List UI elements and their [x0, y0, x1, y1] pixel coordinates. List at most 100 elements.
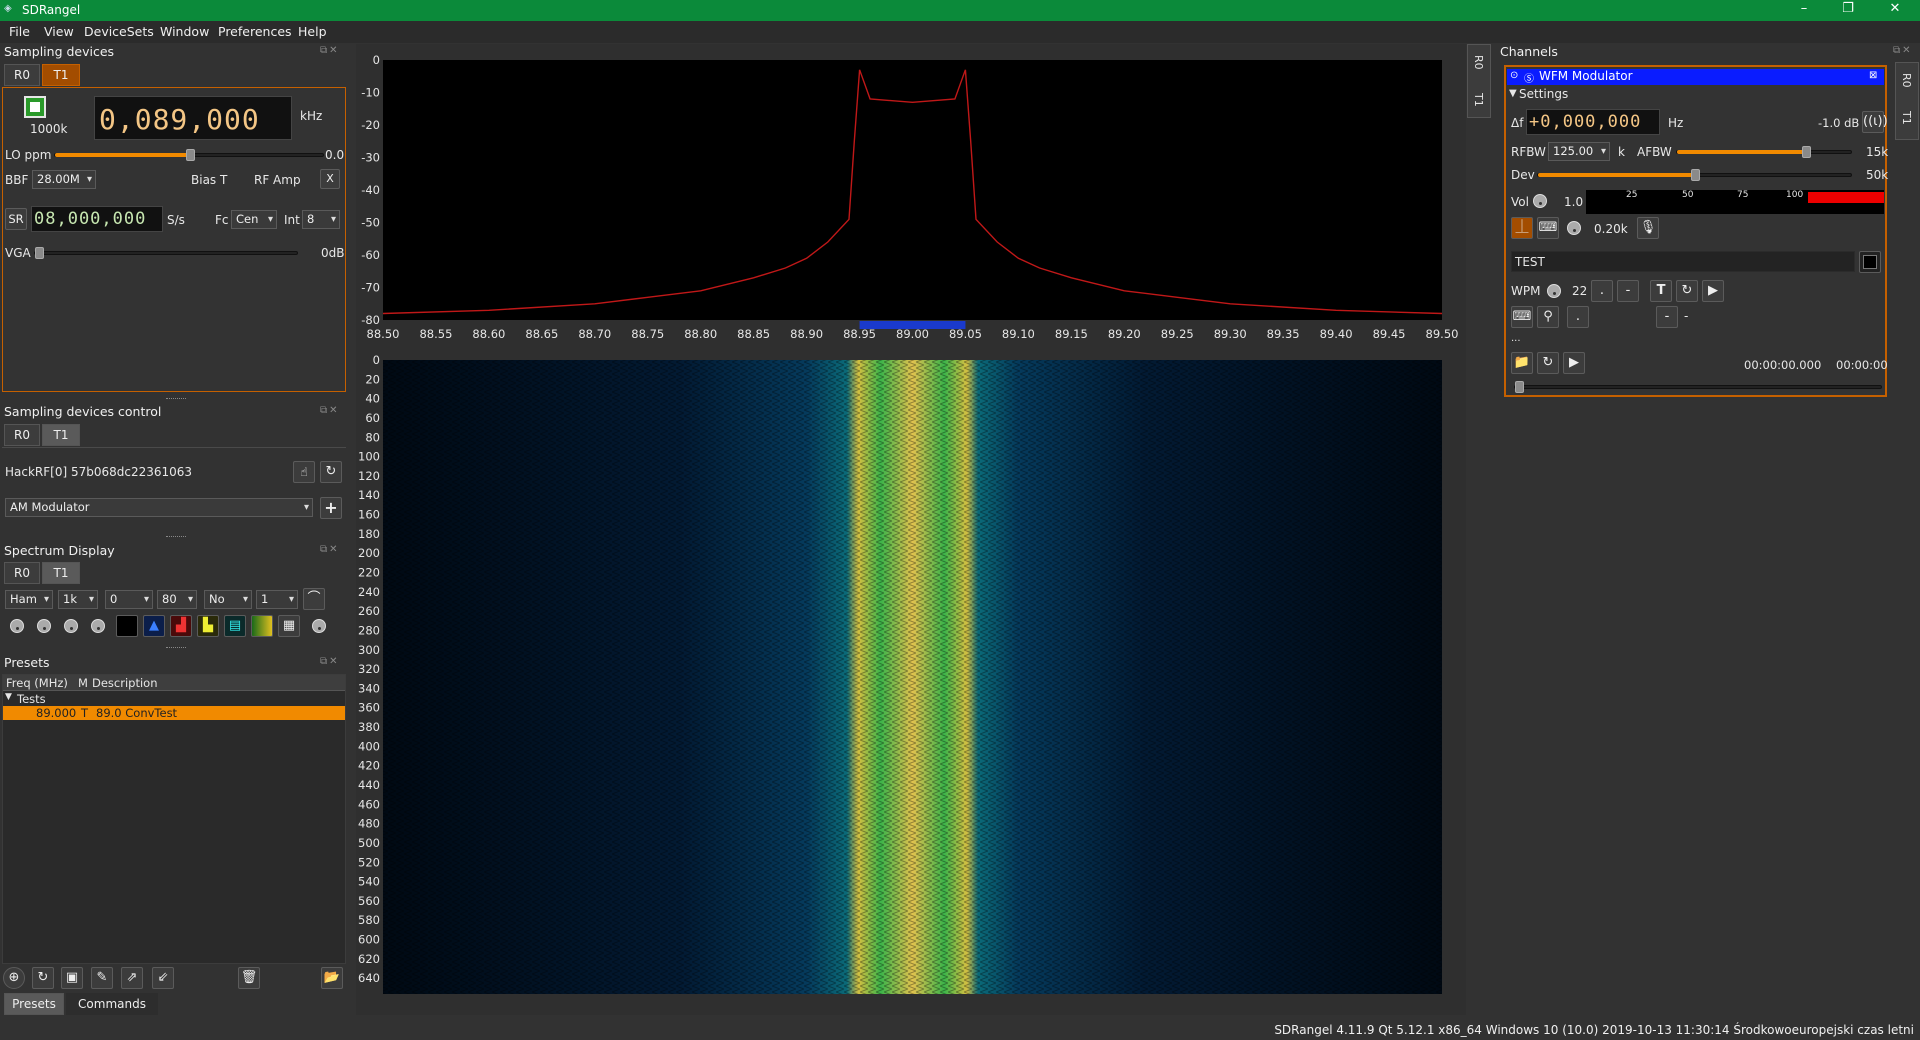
presets-tree[interactable]: Freq (MHz) M Description ▼ Tests 89.000 … — [2, 674, 346, 964]
fc-position-combo[interactable]: Cen — [231, 210, 277, 229]
settings-icon[interactable]: ⊙ — [1510, 70, 1518, 81]
deviation-slider[interactable] — [1537, 169, 1852, 181]
menu-help[interactable]: Help — [298, 24, 327, 39]
open-file-button[interactable]: 📁 — [1511, 352, 1533, 374]
bbf-combo[interactable]: 28.00M — [32, 170, 96, 189]
keyer-button[interactable]: ⚲ — [1537, 306, 1559, 328]
spectrum-plot[interactable]: 0 -10 -20 -30 -40 -50 -60 -70 -80 88.50 88.55 88.6… — [356, 44, 1466, 346]
select-device-button[interactable]: ☝ — [293, 461, 315, 483]
channel-mute-button[interactable]: ((ι)) — [1862, 111, 1888, 133]
dock-splitter[interactable] — [166, 536, 186, 539]
file-loop-button[interactable]: ↻ — [1537, 352, 1559, 374]
tab-t1[interactable]: T1 — [42, 562, 80, 584]
col-freq[interactable]: Freq (MHz) — [6, 676, 68, 690]
dot-button[interactable]: . — [1591, 280, 1613, 302]
col-description[interactable]: Description — [92, 676, 158, 690]
grid-button[interactable]: ▦ — [278, 615, 300, 637]
averaging-combo[interactable]: 1 — [256, 590, 298, 609]
tab-r0[interactable]: R0 — [4, 64, 40, 86]
waterfall-plot[interactable]: 0 20 40 60 80 100 120 140 160 180 200 220 240 260 280 3… — [356, 344, 1466, 1004]
dock-float-close-icon[interactable]: ⧉✕ — [320, 656, 340, 667]
tab-commands[interactable]: Commands — [66, 993, 158, 1015]
averaging-mode-combo[interactable]: No — [204, 590, 252, 609]
dock-float-close-icon[interactable]: ⧉✕ — [320, 45, 340, 56]
center-frequency-dial[interactable]: 0,089,000 — [94, 96, 292, 140]
side-tab-r0[interactable]: R0 — [1900, 73, 1913, 88]
side-tab-r0[interactable]: R0 — [1472, 55, 1485, 70]
tone-frequency-knob[interactable] — [1567, 221, 1581, 235]
channel-marker[interactable] — [859, 321, 966, 329]
sr-button[interactable]: SR — [5, 208, 27, 230]
palette-button[interactable] — [251, 615, 273, 637]
decimation-combo[interactable]: 8 — [302, 210, 340, 229]
restore-button[interactable]: ❐ — [1828, 1, 1868, 16]
col-mode[interactable]: M — [78, 676, 88, 690]
ref-level-combo[interactable]: 0 — [105, 590, 153, 609]
traces-intensity-knob[interactable] — [91, 619, 105, 633]
start-stop-button[interactable] — [24, 96, 46, 118]
cw-text-clear-button[interactable] — [1859, 251, 1881, 273]
dock-splitter[interactable] — [166, 398, 186, 401]
add-channel-button[interactable]: + — [320, 497, 342, 519]
menu-preferences[interactable]: Preferences — [218, 24, 292, 39]
current-spectrum-button[interactable]: ▟ — [170, 615, 192, 637]
decay-knob[interactable] — [10, 619, 24, 633]
stream-icon[interactable]: Ⓢ — [1524, 70, 1534, 85]
menu-window[interactable]: Window — [160, 24, 209, 39]
edit-preset-button[interactable]: ✎ — [91, 967, 113, 989]
reload-device-button[interactable]: ↻ — [320, 461, 342, 483]
cw-text-input[interactable]: TEST — [1511, 251, 1855, 272]
tab-t1[interactable]: T1 — [42, 64, 80, 86]
dot-key-button[interactable]: . — [1567, 306, 1589, 328]
clear-spectrum-button[interactable] — [116, 615, 138, 637]
save-preset-button[interactable]: ▣ — [61, 967, 83, 989]
vga-slider[interactable] — [34, 247, 298, 259]
range-combo[interactable]: 80 — [157, 590, 197, 609]
menu-devicesets[interactable]: DeviceSets — [84, 24, 154, 39]
menu-view[interactable]: View — [44, 24, 74, 39]
dock-splitter[interactable] — [166, 647, 186, 650]
export-preset-button[interactable]: ⇗ — [121, 967, 143, 989]
file-play-button[interactable]: ▶ — [1563, 352, 1585, 374]
dock-float-close-icon[interactable]: ⧉✕ — [320, 405, 340, 416]
tab-presets[interactable]: Presets — [4, 993, 64, 1015]
collapse-icon[interactable]: ▼ — [1509, 88, 1517, 99]
plugin-title-bar[interactable]: ⊙ Ⓢ WFM Modulator ⊠ — [1507, 69, 1884, 85]
decay-divisor-knob[interactable] — [37, 619, 51, 633]
bias-t-checkbox[interactable]: Bias T — [191, 173, 227, 187]
tone-button[interactable]: ⏊ — [1511, 217, 1533, 239]
microphone-button[interactable]: 🎙 — [1637, 217, 1659, 239]
rf-amp-checkbox[interactable]: RF Amp — [254, 173, 301, 187]
expand-icon[interactable]: ▼ — [5, 692, 12, 702]
histogram-button[interactable]: ▙ — [197, 615, 219, 637]
tab-r0[interactable]: R0 — [4, 424, 40, 446]
tab-t1[interactable]: T1 — [42, 424, 80, 446]
update-preset-button[interactable]: ↻ — [32, 967, 54, 989]
preset-row[interactable]: 89.000 T 89.0 ConvTest — [3, 706, 345, 720]
morse-keyer-button[interactable]: ⌨ — [1537, 217, 1559, 239]
waterfall-button[interactable]: ▤ — [224, 615, 246, 637]
dash-button[interactable]: - — [1617, 280, 1639, 302]
minimize-button[interactable]: – — [1784, 1, 1824, 16]
dock-float-close-icon[interactable]: ⧉✕ — [1893, 45, 1913, 56]
x-button[interactable]: X — [320, 169, 340, 189]
rfbw-combo[interactable]: 125.00 — [1548, 142, 1610, 161]
text-mode-button[interactable]: T — [1650, 280, 1672, 302]
side-tab-t1[interactable]: T1 — [1900, 111, 1913, 125]
wpm-knob[interactable] — [1547, 284, 1561, 298]
dash-key-button[interactable]: - — [1656, 306, 1678, 328]
fft-size-combo[interactable]: 1k — [58, 590, 98, 609]
sample-rate-dial[interactable]: 08,000,000 — [31, 206, 163, 232]
file-navigation-slider[interactable] — [1514, 381, 1882, 393]
grid-intensity-knob[interactable] — [312, 619, 326, 633]
cw-play-button[interactable]: ▶ — [1702, 280, 1724, 302]
max-hold-button[interactable]: ▲ — [143, 615, 165, 637]
linear-scale-button[interactable]: ⌒ — [303, 588, 325, 610]
close-button[interactable]: ✕ — [1875, 1, 1915, 16]
load-preset-button[interactable]: 📂 — [321, 967, 343, 989]
new-preset-button[interactable]: ⊕ — [3, 967, 25, 989]
lo-ppm-slider[interactable] — [54, 149, 324, 161]
cw-loop-button[interactable]: ↻ — [1676, 280, 1698, 302]
volume-knob[interactable] — [1533, 194, 1547, 208]
delta-frequency-dial[interactable]: +0,000,000 — [1526, 109, 1660, 135]
